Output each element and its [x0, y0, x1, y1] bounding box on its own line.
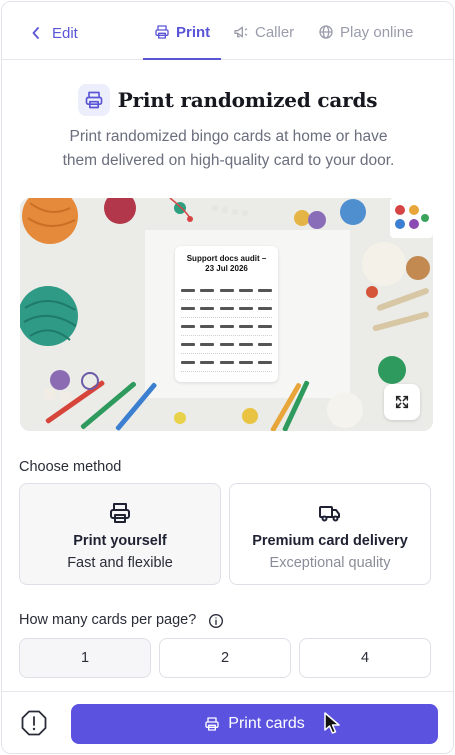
- tab-play-online-label: Play online: [340, 23, 414, 41]
- chevron-left-icon: [32, 27, 39, 39]
- tab-caller[interactable]: Caller: [233, 22, 294, 42]
- method-premium-delivery-subtitle: Exceptional quality: [269, 555, 391, 571]
- bingo-card-title-line-2: 23 Jul 2026: [205, 264, 248, 273]
- printer-icon: [85, 91, 103, 109]
- bingo-card-title-line-1: Support docs audit –: [186, 254, 267, 263]
- back-label: Edit: [52, 24, 78, 42]
- back-button[interactable]: Edit: [32, 23, 78, 43]
- cards-per-page-option-1[interactable]: 1: [19, 638, 151, 678]
- tab-caller-label: Caller: [255, 23, 295, 41]
- info-icon[interactable]: [208, 613, 224, 629]
- method-premium-delivery-title: Premium card delivery: [252, 533, 408, 549]
- page-subtitle: Print randomized bingo cards at home or …: [22, 125, 435, 173]
- app-frame: Edit Print Caller Play online Print rand…: [1, 1, 454, 754]
- bingo-card-title: Support docs audit – 23 Jul 2026: [181, 254, 272, 274]
- subtitle-line-1: Print randomized bingo cards at home or …: [69, 128, 388, 145]
- method-print-yourself-title: Print yourself: [73, 533, 167, 549]
- expand-preview-button[interactable]: [384, 384, 420, 420]
- method-print-yourself[interactable]: Print yourself Fast and flexible: [19, 483, 221, 585]
- cards-per-page-label: How many cards per page?: [19, 612, 197, 628]
- bingo-card-row: [181, 354, 272, 372]
- tab-print[interactable]: Print: [154, 22, 210, 42]
- method-print-yourself-subtitle: Fast and flexible: [67, 555, 173, 571]
- print-cards-button[interactable]: Print cards: [71, 704, 438, 744]
- truck-icon: [319, 506, 340, 522]
- cards-per-page-option-2[interactable]: 2: [159, 638, 291, 678]
- top-navigation: Edit Print Caller Play online: [2, 2, 453, 60]
- page-title: Print randomized cards: [117, 88, 378, 112]
- bingo-card-row: [181, 318, 272, 336]
- subtitle-line-2: them delivered on high-quality card to y…: [62, 152, 395, 169]
- expand-icon: [395, 395, 409, 409]
- tab-print-label: Print: [176, 23, 211, 41]
- page-header: Print randomized cards: [2, 84, 453, 116]
- alert-octagon-icon[interactable]: [20, 709, 48, 737]
- bingo-card-row: [181, 282, 272, 300]
- printer-icon: [205, 717, 219, 731]
- method-premium-delivery[interactable]: Premium card delivery Exceptional qualit…: [229, 483, 431, 585]
- megaphone-icon: [234, 26, 248, 38]
- card-preview-image: Support docs audit – 23 Jul 2026: [20, 198, 433, 431]
- bingo-card-preview: Support docs audit – 23 Jul 2026: [175, 246, 278, 382]
- choose-method-label: Choose method: [19, 459, 122, 475]
- active-tab-indicator: [143, 58, 221, 60]
- print-cards-label: Print cards: [228, 715, 305, 732]
- bingo-card-row: [181, 300, 272, 318]
- mouse-cursor-icon: [324, 712, 340, 734]
- printer-icon: [110, 503, 130, 523]
- bingo-card-grid: [181, 282, 272, 372]
- header-icon-badge: [77, 84, 110, 116]
- tab-play-online[interactable]: Play online: [318, 22, 413, 42]
- cards-per-page-option-4[interactable]: 4: [299, 638, 431, 678]
- footer-bar: Print cards: [2, 691, 453, 753]
- globe-icon: [319, 25, 333, 39]
- bingo-card-row: [181, 336, 272, 354]
- printer-icon: [155, 25, 169, 39]
